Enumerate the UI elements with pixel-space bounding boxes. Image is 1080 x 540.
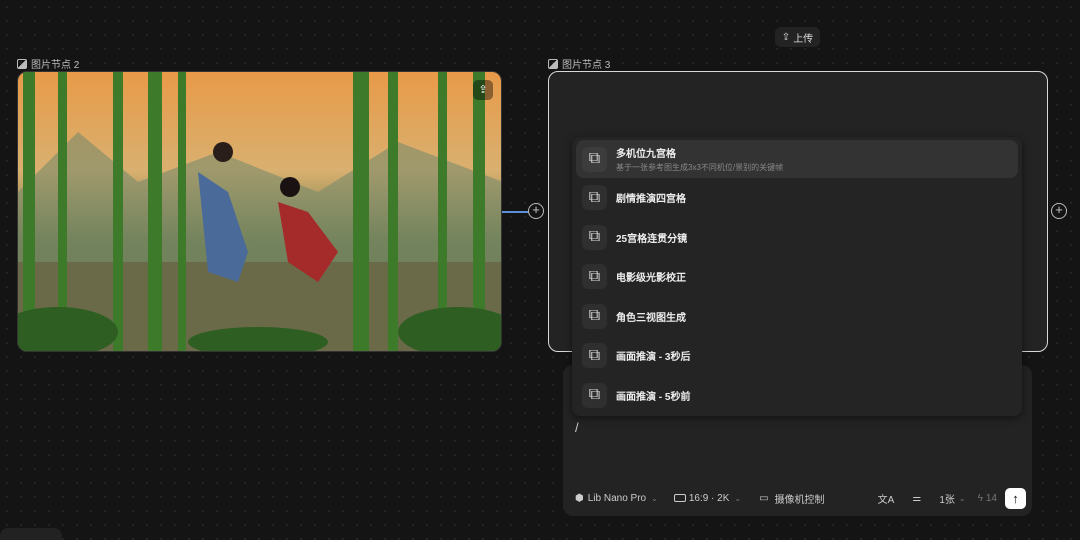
send-button[interactable]: ↑ xyxy=(1005,487,1026,509)
menu-item[interactable]: ⧉ 多机位九宫格 基于一张参考图生成3x3不同机位/景别的关键帧 xyxy=(576,140,1018,178)
model-select[interactable]: Lib Nano Pro xyxy=(588,493,646,504)
layers-icon: ⧉ xyxy=(582,146,607,172)
node-label-3: 图片节点 3 xyxy=(548,56,610,71)
chevron-down-icon: ⌄ xyxy=(958,493,966,503)
image-icon xyxy=(548,58,558,69)
ratio-select[interactable]: 16:9 · 2K xyxy=(689,493,730,504)
preset-menu: ⧉ 多机位九宫格 基于一张参考图生成3x3不同机位/景别的关键帧 ⧉ 剧情推演四宫格 … xyxy=(572,137,1022,416)
menu-item[interactable]: ⧉ 剧情推演四宫格 xyxy=(576,178,1018,218)
add-node-button[interactable]: + xyxy=(1051,203,1067,219)
camera-control-button[interactable]: 摄像机控制 xyxy=(775,491,825,506)
minimap-tab[interactable] xyxy=(0,528,62,540)
aspect-icon xyxy=(673,494,686,502)
add-connection-button[interactable]: + xyxy=(528,203,544,219)
model-icon: ⬢ xyxy=(575,492,584,504)
menu-item[interactable]: ⧉ 画面推演 - 5秒前 xyxy=(576,376,1018,416)
menu-item[interactable]: ⧉ 电影级光影校正 xyxy=(576,257,1018,297)
menu-item[interactable]: ⧉ 画面推演 - 3秒后 xyxy=(576,336,1018,376)
menu-item[interactable]: ⧉ 25宫格连贯分镜 xyxy=(576,218,1018,258)
layers-icon: ⧉ xyxy=(582,343,607,369)
settings-sliders-icon[interactable]: ⚌ xyxy=(912,493,921,504)
layers-icon: ⧉ xyxy=(582,382,607,408)
layers-icon: ⧉ xyxy=(582,185,607,211)
prompt-input[interactable]: / xyxy=(575,420,579,435)
node-label-2: 图片节点 2 xyxy=(17,56,79,71)
count-select[interactable]: 1张 xyxy=(939,491,955,506)
credits-count: 14 xyxy=(985,492,997,504)
translate-icon[interactable]: 文A xyxy=(878,491,895,506)
connection-line xyxy=(502,211,530,213)
chevron-down-icon: ⌄ xyxy=(651,493,658,503)
bamboo-fight-image xyxy=(18,72,501,351)
upload-icon: ⇪ xyxy=(781,31,791,43)
layers-icon: ⧉ xyxy=(582,224,607,250)
lightning-icon: ϟ xyxy=(977,492,983,504)
camera-icon: ▭ xyxy=(759,492,769,504)
upload-button[interactable]: ⇪ 上传 xyxy=(775,27,820,47)
image-node-2[interactable]: ⇪ xyxy=(17,71,502,352)
export-icon[interactable]: ⇪ xyxy=(473,80,493,100)
layers-icon: ⧉ xyxy=(582,264,607,290)
menu-item[interactable]: ⧉ 角色三视图生成 xyxy=(576,297,1018,337)
image-icon xyxy=(17,58,27,69)
layers-icon: ⧉ xyxy=(582,303,607,329)
chevron-down-icon: ⌄ xyxy=(734,493,742,503)
